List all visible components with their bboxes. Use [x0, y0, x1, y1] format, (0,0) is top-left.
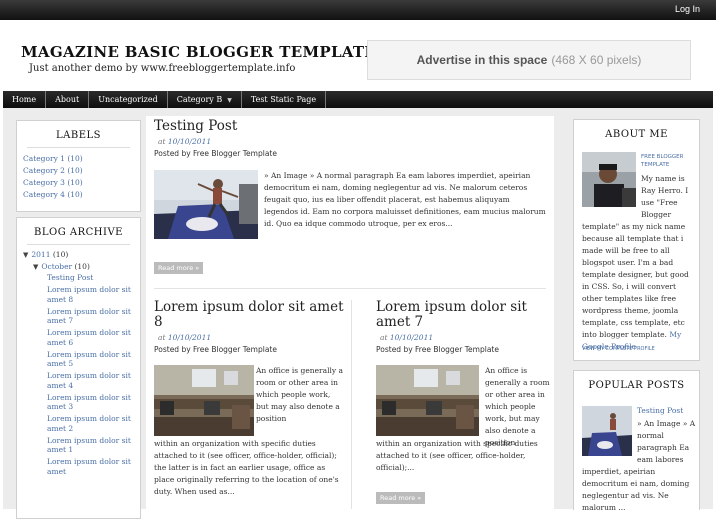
post-excerpt: An office is generally a room or other a…: [485, 366, 550, 447]
about-body: template" as my nick name because all te…: [582, 222, 689, 339]
skater-image: [154, 170, 258, 239]
popular-post-link[interactable]: Testing Post: [637, 406, 683, 415]
divider: [154, 288, 546, 289]
nav-label: Test Static Page: [250, 95, 317, 104]
ad-space[interactable]: Advertise in this space (468 X 60 pixels…: [367, 40, 691, 80]
office-image: [376, 365, 479, 436]
archive-posts: Testing Post Lorem ipsum dolor sit amet …: [23, 273, 137, 476]
post-excerpt: » An Image » A normal paragraph Ea eam l…: [264, 171, 546, 228]
skater-image: [582, 406, 632, 456]
label-link[interactable]: Category 2 (10): [23, 166, 83, 175]
post-title[interactable]: Testing Post: [154, 119, 237, 134]
archive-post-link[interactable]: Lorem ipsum dolor sit amet: [47, 457, 131, 476]
post-thumbnail[interactable]: [376, 365, 479, 436]
post-title[interactable]: Lorem ipsum dolor sit amet 8: [154, 300, 344, 330]
widget-title: ABOUT ME: [605, 129, 668, 140]
author-name-link[interactable]: FREE BLOGGER TEMPLATE: [641, 153, 697, 169]
popular-excerpt: » An Image » A normal paragraph Ea eam l…: [637, 419, 696, 464]
office-image: [154, 365, 254, 436]
post-author: Posted by Free Blogger Template: [154, 345, 277, 354]
widget-title: BLOG ARCHIVE: [27, 218, 130, 245]
nav-about[interactable]: About: [46, 91, 90, 108]
nav-label: Category B: [176, 95, 223, 104]
archive-post-link[interactable]: Lorem ipsum dolor sit amet 3: [47, 393, 131, 412]
label-link[interactable]: Category 1 (10): [23, 154, 83, 163]
main-nav: Home About Uncategorized Category B ▼ Tes…: [3, 91, 713, 108]
date-link[interactable]: 10/10/2011: [390, 333, 433, 342]
date-prefix: at: [158, 137, 166, 146]
label-list: Category 1 (10) Category 2 (10) Category…: [17, 148, 140, 201]
nav-uncategorized[interactable]: Uncategorized: [89, 91, 168, 108]
about-text: My name is Ray Herro. I use "Free Blogge…: [641, 174, 689, 219]
nav-home[interactable]: Home: [3, 91, 47, 108]
header: MAGAZINE BASIC BLOGGER TEMPLATE Just ano…: [0, 20, 716, 91]
popular-posts-widget: POPULAR POSTS Testing Post » An Image » …: [573, 370, 700, 512]
date-link[interactable]: 10/10/2011: [168, 137, 211, 146]
widget-title: POPULAR POSTS: [588, 380, 685, 391]
archive-tree: ▼ 2011 (10) ▼ October (10) Testing Post Lo…: [17, 245, 140, 476]
popular-post-thumbnail[interactable]: [582, 406, 632, 456]
label-link[interactable]: Category 4 (10): [23, 190, 83, 199]
label-link[interactable]: Category 3 (10): [23, 178, 83, 187]
nav-label: Uncategorized: [98, 95, 158, 104]
nav-label: About: [55, 95, 80, 104]
date-prefix: at: [158, 333, 166, 342]
about-text-continued: template" as my nick name because all te…: [582, 221, 697, 353]
archive-widget: BLOG ARCHIVE ▼ 2011 (10) ▼ October (10) Te…: [16, 217, 141, 519]
profile-photo[interactable]: [582, 152, 636, 207]
archive-year[interactable]: ▼ 2011 (10): [23, 249, 140, 261]
main-posts: Testing Post at 10/10/2011 Posted by Fre…: [146, 116, 554, 509]
year-count: (10): [52, 250, 69, 259]
post-author: Posted by Free Blogger Template: [154, 149, 277, 158]
archive-post-link[interactable]: Lorem ipsum dolor sit amet 4: [47, 371, 131, 390]
archive-post-link[interactable]: Testing Post: [47, 273, 93, 282]
post-thumbnail[interactable]: [154, 365, 254, 436]
popular-excerpt-continued: imperdiet, apeirian democritum ei nam, d…: [582, 467, 690, 512]
post-thumbnail[interactable]: [154, 170, 258, 239]
archive-post-link[interactable]: Lorem ipsum dolor sit amet 2: [47, 414, 131, 433]
post-date: at 10/10/2011: [158, 137, 211, 146]
ad-text: Advertise in this space: [416, 53, 548, 67]
login-link[interactable]: Log In: [675, 4, 700, 14]
archive-post-link[interactable]: Lorem ipsum dolor sit amet 1: [47, 436, 131, 455]
month-link[interactable]: October: [41, 262, 72, 271]
avatar: [582, 152, 636, 207]
site-title[interactable]: MAGAZINE BASIC BLOGGER TEMPLATE: [21, 43, 376, 61]
post-date: at 10/10/2011: [380, 333, 433, 342]
ad-size: (468 X 60 pixels): [551, 53, 642, 67]
nav-label: Home: [12, 95, 37, 104]
post-title[interactable]: Lorem ipsum dolor sit amet 7: [376, 300, 554, 330]
archive-post-link[interactable]: Lorem ipsum dolor sit amet 6: [47, 328, 131, 347]
date-link[interactable]: 10/10/2011: [168, 333, 211, 342]
read-more-button[interactable]: Read more »: [376, 492, 426, 504]
archive-post-link[interactable]: Lorem ipsum dolor sit amet 5: [47, 350, 131, 369]
post-author: Posted by Free Blogger Template: [376, 345, 499, 354]
post-excerpt-continued: within an organization with specific dut…: [154, 439, 339, 496]
post-excerpt: An office is generally a room or other a…: [256, 366, 343, 423]
archive-post-link[interactable]: Lorem ipsum dolor sit amet 7: [47, 307, 131, 326]
archive-post-link[interactable]: Lorem ipsum dolor sit amet 8: [47, 285, 131, 304]
read-more-button[interactable]: Read more »: [154, 262, 204, 274]
content-area: LABELS Category 1 (10) Category 2 (10) C…: [3, 108, 713, 519]
month-count: (10): [74, 262, 90, 271]
date-prefix: at: [380, 333, 388, 342]
triangle-down-icon[interactable]: ▼: [23, 251, 28, 259]
post-date: at 10/10/2011: [158, 333, 211, 342]
site-tagline: Just another demo by www.freebloggertemp…: [29, 63, 296, 74]
divider: [351, 300, 352, 509]
labels-widget: LABELS Category 1 (10) Category 2 (10) C…: [16, 120, 141, 212]
archive-month[interactable]: ▼ October (10): [23, 261, 140, 273]
about-widget: ABOUT ME FREE BLOGGER TEMPLATE My name i…: [573, 119, 700, 361]
triangle-down-icon[interactable]: ▼: [33, 263, 38, 271]
caret-down-icon: ▼: [227, 97, 232, 104]
year-link[interactable]: 2011: [31, 250, 50, 259]
widget-title: LABELS: [27, 121, 130, 148]
post-excerpt-continued: within an organization with specific dut…: [376, 439, 538, 472]
view-profile-link[interactable]: VIEW MY COMPLETE PROFILE: [582, 346, 655, 352]
top-bar: Log In: [0, 0, 716, 20]
nav-category-b[interactable]: Category B ▼: [168, 91, 242, 108]
nav-test-static-page[interactable]: Test Static Page: [242, 91, 327, 108]
